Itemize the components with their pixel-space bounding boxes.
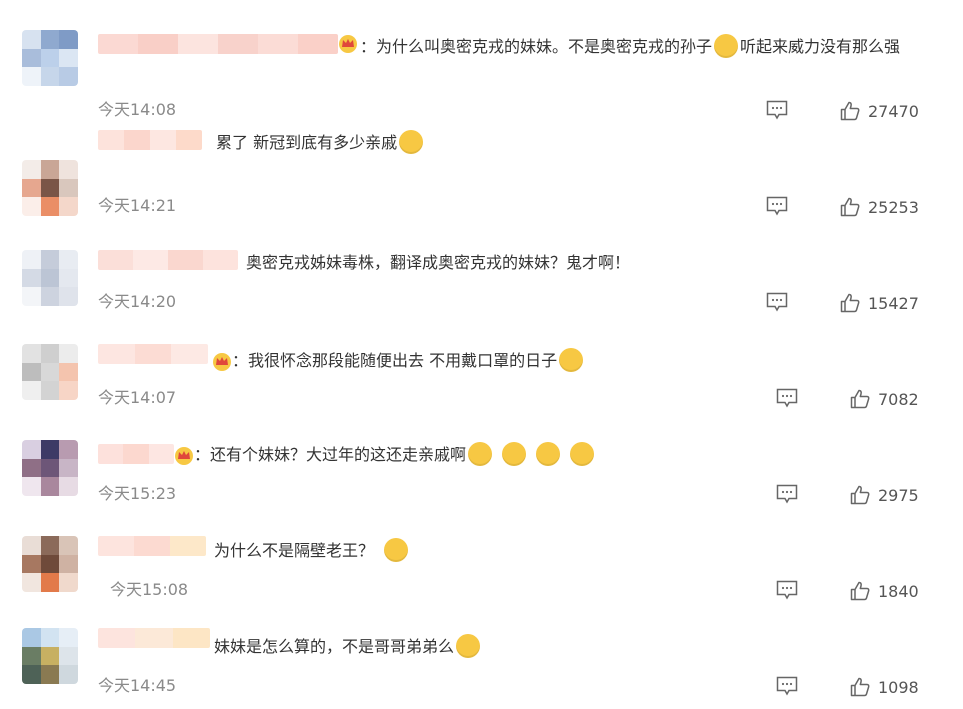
comment-item: 累了 新冠到底有多少亲戚 今天14:21 25253 xyxy=(0,112,963,217)
vip-crown-icon xyxy=(175,447,193,465)
comment-text: 累了 新冠到底有多少亲戚 xyxy=(216,128,425,158)
laughing-crying-emoji-icon xyxy=(502,442,527,466)
comment-item: ：还有个妹妹？大过年的这还走亲戚啊 今天15:23 2975 xyxy=(0,400,963,505)
smile-emoji-icon xyxy=(384,538,409,562)
avatar[interactable] xyxy=(22,344,78,400)
comment-item: 妹妹是怎么算的，不是哥哥弟弟么 今天14:45 1098 xyxy=(0,592,963,697)
sweat-emoji-icon xyxy=(399,130,424,154)
avatar[interactable] xyxy=(22,536,78,592)
avatar[interactable] xyxy=(22,30,78,86)
like-button[interactable]: 1098 xyxy=(850,676,919,698)
comment-item: 奥密克戎姊妹毒株，翻译成奥密克戎的妹妹？鬼才啊！ 今天14:20 15427 xyxy=(0,208,963,313)
avatar[interactable] xyxy=(22,440,78,496)
username[interactable] xyxy=(98,444,174,464)
vip-crown-icon xyxy=(213,353,231,371)
comment-text: ：为什么叫奥密克戎的妹妹。不是奥密克戎的孙子 听起来威力没有那么强 xyxy=(98,32,930,62)
comment-text: ：还有个妹妹？大过年的这还走亲戚啊 xyxy=(194,440,596,470)
comment-time: 今天14:45 xyxy=(98,676,177,695)
comment-text: 妹妹是怎么算的，不是哥哥弟弟么 xyxy=(214,632,482,662)
like-count: 1098 xyxy=(878,677,919,697)
comment-text: 为什么不是隔壁老王？ xyxy=(214,536,410,566)
username[interactable] xyxy=(98,536,206,556)
username[interactable] xyxy=(98,628,210,648)
laughing-emoji-icon xyxy=(456,634,481,658)
comment-text: 奥密克戎姊妹毒株，翻译成奥密克戎的妹妹？鬼才啊！ xyxy=(246,253,631,272)
laughing-crying-emoji-icon xyxy=(570,442,595,466)
comment-item: ：为什么叫奥密克戎的妹妹。不是奥密克戎的孙子 听起来威力没有那么强 今天14:08… xyxy=(0,16,963,121)
avatar[interactable] xyxy=(22,628,78,684)
comment-item: 为什么不是隔壁老王？ 今天15:08 1840 xyxy=(0,496,963,601)
thumbs-up-icon xyxy=(850,677,870,697)
username[interactable] xyxy=(98,130,202,150)
laughing-crying-emoji-icon xyxy=(536,442,561,466)
crying-emoji-icon xyxy=(714,34,739,58)
avatar[interactable] xyxy=(22,250,78,306)
crying-emoji-icon xyxy=(559,348,584,372)
comment-text: ：我很怀念那段能随便出去 不用戴口罩的日子 xyxy=(232,346,585,376)
username[interactable] xyxy=(98,344,208,364)
comment-icon[interactable] xyxy=(776,676,798,696)
username[interactable] xyxy=(98,250,238,270)
comment-item: ：我很怀念那段能随便出去 不用戴口罩的日子 今天14:07 7082 xyxy=(0,304,963,409)
laughing-crying-emoji-icon xyxy=(468,442,493,466)
